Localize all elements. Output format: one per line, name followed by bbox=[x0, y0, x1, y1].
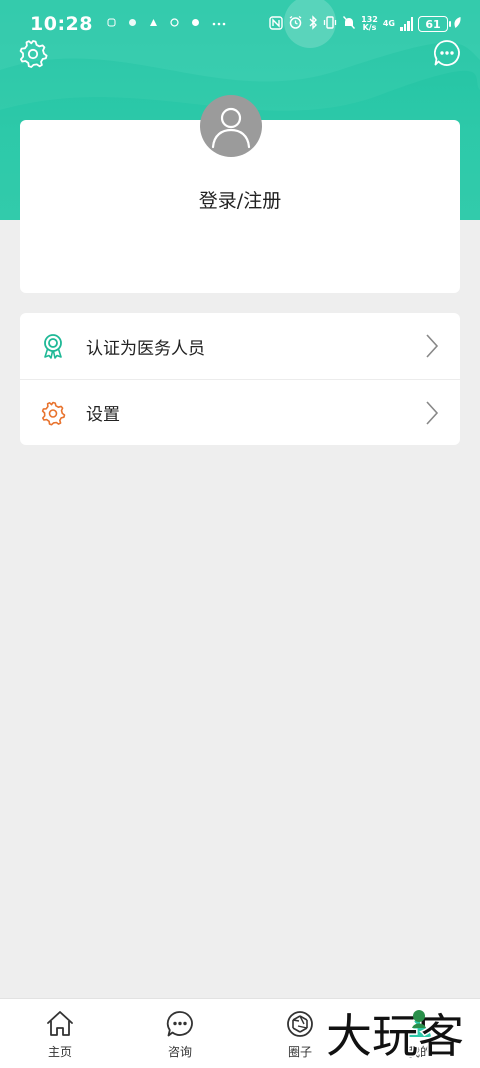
menu-item-label: 设置 bbox=[86, 405, 120, 425]
nav-label: 主页 bbox=[47, 1045, 72, 1059]
network-speed: 132 K/s bbox=[361, 16, 378, 32]
avatar[interactable] bbox=[200, 95, 262, 157]
chevron-right-icon bbox=[424, 333, 440, 359]
nav-label: 咨询 bbox=[167, 1045, 192, 1059]
battery-icon: 61 bbox=[418, 16, 451, 32]
settings-gear-icon[interactable] bbox=[18, 38, 48, 68]
menu-card: 认证为医务人员 设置 bbox=[20, 313, 460, 445]
nfc-icon bbox=[269, 15, 283, 33]
notification-app-icon bbox=[191, 18, 200, 30]
status-indicators: 132 K/s 4G 61 bbox=[269, 15, 462, 33]
notification-icons bbox=[107, 18, 226, 30]
nav-tab-consult[interactable]: 咨询 bbox=[120, 999, 240, 1068]
notification-app-icon bbox=[149, 18, 158, 30]
mute-bell-icon bbox=[342, 15, 356, 33]
nav-tab-home[interactable]: 主页 bbox=[0, 999, 120, 1068]
eco-leaf-icon bbox=[453, 16, 462, 32]
battery-level: 61 bbox=[425, 17, 441, 31]
notification-app-icon bbox=[128, 18, 137, 30]
watermark-text: 大玩客 bbox=[326, 1009, 464, 1062]
home-icon bbox=[47, 1011, 73, 1036]
nav-label: 圈子 bbox=[287, 1045, 312, 1059]
certificate-badge-icon bbox=[40, 333, 66, 359]
message-bubble-icon[interactable] bbox=[432, 38, 462, 68]
aperture-icon bbox=[287, 1011, 313, 1037]
more-notifications-icon bbox=[212, 19, 226, 29]
bluetooth-icon bbox=[308, 15, 318, 33]
chevron-right-icon bbox=[424, 400, 440, 426]
vibrate-icon bbox=[323, 15, 337, 33]
watermark-logo: 大玩客 bbox=[326, 1008, 466, 1063]
signal-strength-icon bbox=[400, 17, 413, 31]
status-bar: 10:28 132 K/s 4G 61 bbox=[0, 0, 480, 48]
menu-item-certify-medical-staff[interactable]: 认证为医务人员 bbox=[20, 313, 460, 379]
menu-item-settings[interactable]: 设置 bbox=[20, 379, 460, 445]
notification-app-icon bbox=[170, 18, 179, 30]
network-type: 4G bbox=[382, 19, 395, 28]
login-register-link[interactable]: 登录/注册 bbox=[20, 186, 460, 213]
user-silhouette-icon bbox=[211, 107, 251, 149]
chat-bubble-icon bbox=[166, 1011, 193, 1037]
menu-item-label: 认证为医务人员 bbox=[86, 338, 205, 359]
network-speed-unit: K/s bbox=[362, 23, 377, 32]
alarm-icon bbox=[288, 15, 303, 33]
notification-app-icon bbox=[107, 18, 116, 30]
gear-icon bbox=[40, 400, 66, 426]
status-time: 10:28 bbox=[30, 13, 93, 35]
